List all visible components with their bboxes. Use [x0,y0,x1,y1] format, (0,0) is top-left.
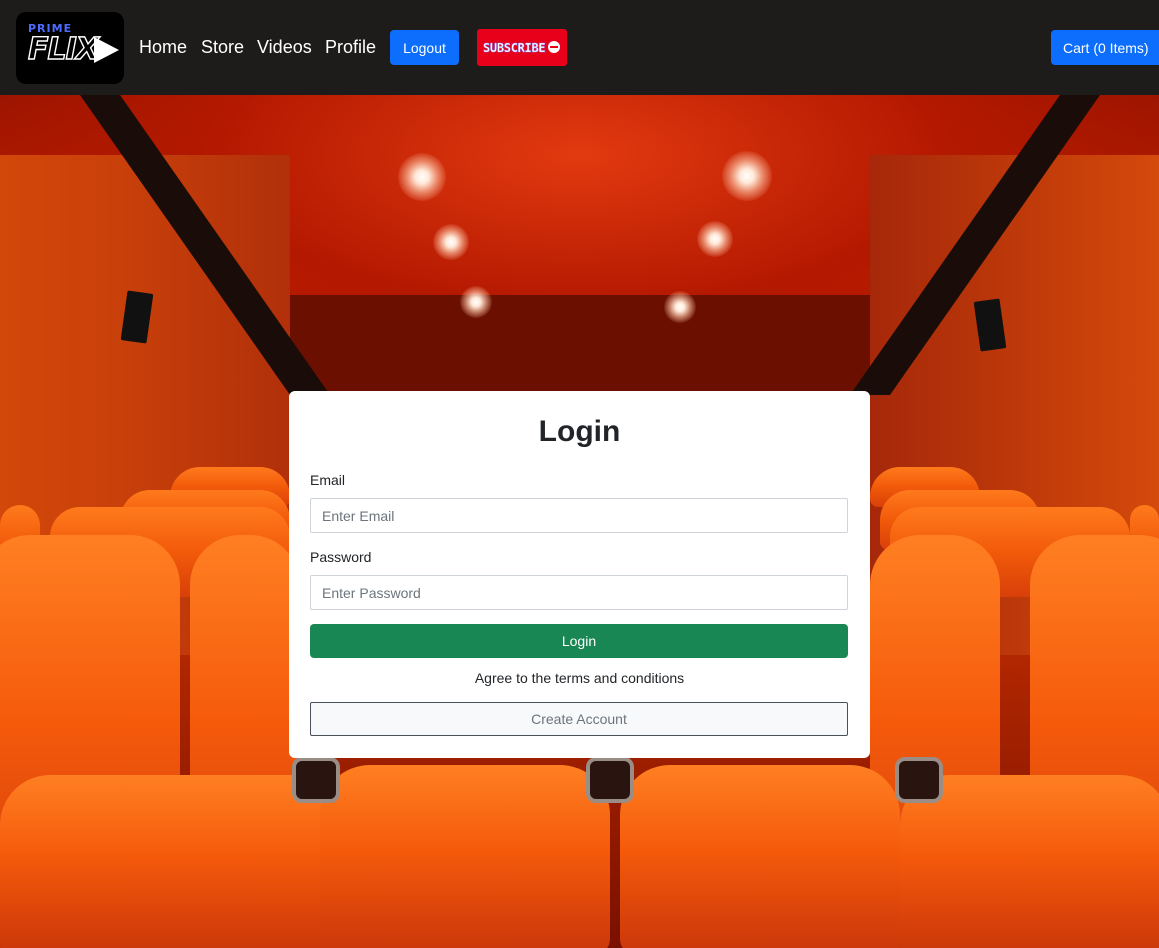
ceiling-light [398,153,446,201]
logout-button[interactable]: Logout [390,30,459,65]
minus-circle-icon [548,41,560,53]
cupholder [895,757,943,803]
brand-logo[interactable]: PRIME FLIX [16,12,124,84]
login-title: Login [538,415,621,448]
nav-link-home[interactable]: Home [139,37,187,58]
subscribe-label: SUBSCRIBE [483,40,546,55]
ceiling-light [697,221,733,257]
cart-button[interactable]: Cart (0 Items) [1051,30,1159,65]
play-icon [94,37,119,63]
ceiling-light [433,224,469,260]
nav-link-videos[interactable]: Videos [257,37,312,58]
subscribe-button[interactable]: SUBSCRIBE [477,29,567,66]
ceiling-light [460,286,492,318]
cupholder [586,757,634,803]
navbar: PRIME FLIX Home Store Videos Profile Log… [0,0,1159,95]
nav-link-store[interactable]: Store [201,37,244,58]
email-input[interactable] [310,498,848,533]
ceiling-light [664,291,696,323]
front-seat-cushion [620,765,900,948]
create-account-button[interactable]: Create Account [310,702,848,736]
login-card: Login Email Password Login Agree to the … [289,391,870,758]
login-button[interactable]: Login [310,624,848,658]
brand-logo-flix-text: FLIX [27,31,99,67]
terms-text: Agree to the terms and conditions [474,670,685,686]
email-label: Email [310,472,346,488]
front-seat-cushion [320,765,610,948]
nav-link-profile[interactable]: Profile [325,37,376,58]
ceiling-light [722,151,772,201]
password-label: Password [310,549,372,565]
cupholder [292,757,340,803]
password-input[interactable] [310,575,848,610]
